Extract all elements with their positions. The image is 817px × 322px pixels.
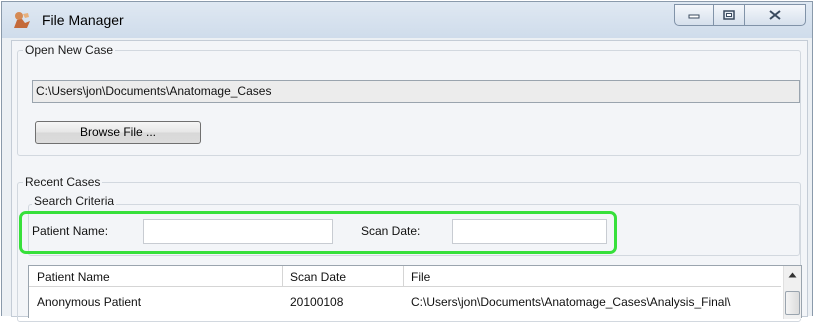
table-header: Patient Name Scan Date File: [29, 266, 781, 287]
minimize-icon: [688, 14, 700, 19]
column-header-file[interactable]: File: [411, 270, 430, 284]
caption-buttons: [674, 4, 806, 26]
table-scrollbar[interactable]: [783, 266, 801, 319]
minimize-button[interactable]: [675, 5, 714, 25]
column-divider[interactable]: [403, 266, 404, 287]
recent-cases-table: Patient Name Scan Date File Anonymous Pa…: [28, 265, 802, 319]
column-header-scan-date[interactable]: Scan Date: [290, 270, 346, 284]
file-manager-window: File Manager Open New Case C:\Users\jon\…: [1, 1, 813, 322]
browse-file-button[interactable]: Browse File ...: [35, 121, 201, 144]
open-case-group-label: Open New Case: [23, 43, 116, 57]
case-path-field[interactable]: C:\Users\jon\Documents\Anatomage_Cases: [32, 80, 800, 103]
content-panel: Open New Case C:\Users\jon\Documents\Ana…: [11, 40, 808, 322]
scroll-thumb[interactable]: [785, 291, 800, 315]
window-title: File Manager: [42, 12, 124, 28]
cell-file: C:\Users\jon\Documents\Anatomage_Cases\A…: [411, 295, 731, 309]
recent-cases-group-label: Recent Cases: [23, 175, 103, 189]
maximize-button[interactable]: [714, 5, 745, 25]
patient-name-input[interactable]: [143, 219, 333, 244]
title-bar[interactable]: File Manager: [2, 2, 812, 38]
anatomy-icon: [12, 11, 32, 29]
column-header-patient-name[interactable]: Patient Name: [37, 270, 110, 284]
search-criteria-highlight: Patient Name: Scan Date:: [19, 211, 617, 254]
cell-scan-date: 20100108: [290, 295, 344, 309]
scan-date-label: Scan Date:: [361, 224, 421, 238]
scan-date-input[interactable]: [452, 219, 607, 244]
close-button[interactable]: [745, 5, 805, 25]
column-divider[interactable]: [282, 266, 283, 287]
scroll-up-icon[interactable]: [788, 272, 797, 278]
cell-patient-name: Anonymous Patient: [37, 295, 142, 309]
table-row[interactable]: Anonymous Patient 20100108 C:\Users\jon\…: [29, 288, 781, 319]
search-criteria-label-overlay: Search Criteria: [32, 194, 117, 208]
maximize-icon: [722, 10, 735, 20]
close-icon: [769, 10, 781, 20]
patient-name-label: Patient Name:: [32, 224, 109, 238]
